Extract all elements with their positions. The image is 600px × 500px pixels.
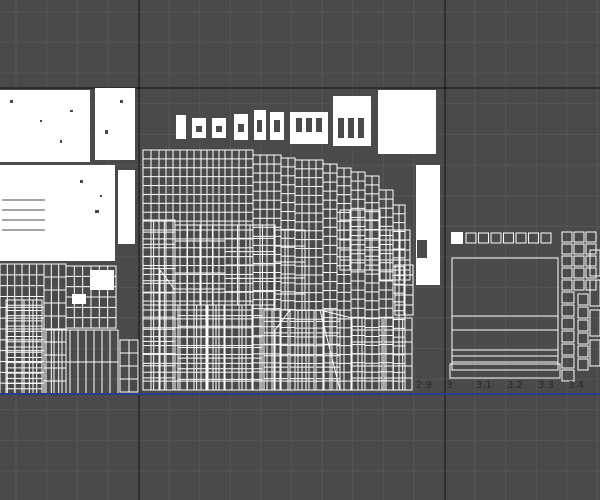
axis-tick-label: 3.2	[507, 380, 523, 391]
axis-tick-label: 3	[446, 380, 453, 391]
uv-island-roof-pieces[interactable]	[176, 90, 436, 154]
uv-island-square-column[interactable]	[561, 231, 600, 382]
axis-tick-label: 3.1	[476, 380, 492, 391]
axis-tick-label: 3.4	[568, 380, 584, 391]
uv-viewport[interactable]: 2.9 3 3.1 3.2 3.3 3.4	[0, 0, 600, 500]
axis-tick-label: 2.9	[416, 380, 432, 391]
uv-island-top-left-block[interactable]	[0, 88, 135, 261]
uv-island-facades[interactable]	[142, 149, 414, 391]
uv-island-left-lower[interactable]	[0, 263, 139, 395]
uv-island-side-strips[interactable]	[416, 165, 440, 285]
axis-tick-label: 3.3	[538, 380, 554, 391]
uv-canvas[interactable]	[0, 0, 600, 500]
